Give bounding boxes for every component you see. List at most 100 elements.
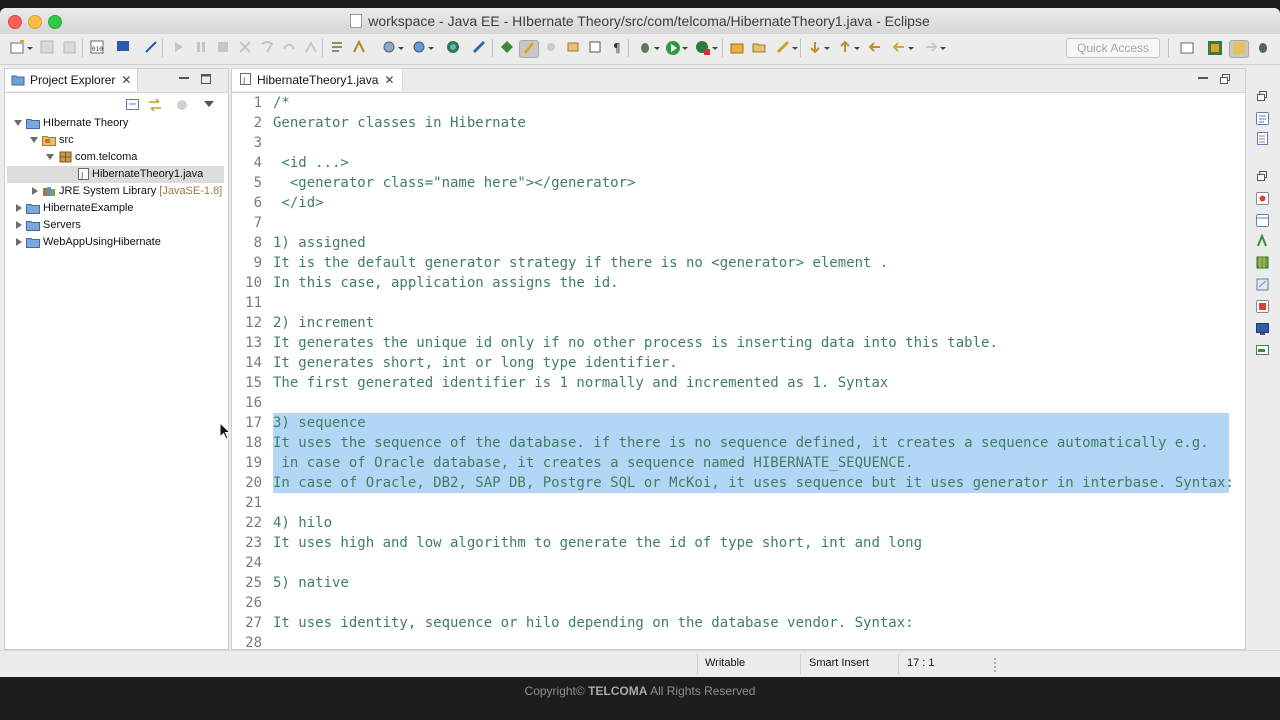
save-all-icon[interactable] xyxy=(60,40,78,56)
code-line[interactable]: 7 xyxy=(232,213,1245,233)
link-with-editor-icon[interactable] xyxy=(147,98,163,112)
tree-item[interactable]: WebAppUsingHibernate xyxy=(5,234,226,251)
close-icon[interactable]: ✕ xyxy=(384,69,394,92)
code-line[interactable]: 16 xyxy=(232,393,1245,413)
code-line-selected[interactable]: 17 3) sequence xyxy=(232,413,1245,433)
code-line[interactable]: 25 5) native xyxy=(232,573,1245,593)
forward-icon[interactable] xyxy=(922,40,946,56)
java-perspective-icon[interactable] xyxy=(1229,40,1249,58)
tree-item-selected[interactable]: J HibernateTheory1.java xyxy=(7,166,224,183)
tab-hibernatetheory1-java[interactable]: J HibernateTheory1.java ✕ xyxy=(232,69,404,92)
code-line[interactable]: 26 xyxy=(232,593,1245,613)
code-line[interactable]: 11 xyxy=(232,293,1245,313)
code-line[interactable]: 8 1) assigned xyxy=(232,233,1245,253)
collapse-all-icon[interactable] xyxy=(126,99,140,111)
code-line-selected[interactable]: 19 in case of Oracle database, it create… xyxy=(232,453,1245,473)
code-line[interactable]: 24 xyxy=(232,553,1245,573)
tree-item[interactable]: HIbernate Theory xyxy=(5,115,226,132)
code-line[interactable]: 10 In this case, application assigns the … xyxy=(232,273,1245,293)
toggle-mark-occurrences-icon[interactable] xyxy=(519,40,539,58)
code-line[interactable]: 22 4) hilo xyxy=(232,513,1245,533)
code-line[interactable]: 28 xyxy=(232,633,1245,649)
open-perspective-icon[interactable] xyxy=(1178,40,1196,56)
code-line[interactable]: 3 xyxy=(232,133,1245,153)
run-server-icon[interactable] xyxy=(694,40,718,56)
code-line[interactable]: 14 It generates short, int or long type i… xyxy=(232,353,1245,373)
code-line[interactable]: 1 /* xyxy=(232,93,1245,113)
expand-toggle-icon[interactable] xyxy=(16,238,22,246)
server-icon[interactable] xyxy=(350,39,368,56)
run-ant-icon[interactable] xyxy=(470,40,488,56)
debug-icon[interactable] xyxy=(636,40,660,56)
minimize-editor-icon[interactable] xyxy=(1198,74,1209,84)
show-whitespace-icon[interactable]: ¶ xyxy=(608,40,626,56)
code-line[interactable]: 21 xyxy=(232,493,1245,513)
code-line-selected[interactable]: 18 It uses the sequence of the database. … xyxy=(232,433,1245,453)
step-return-icon[interactable] xyxy=(302,40,320,56)
binary-icon[interactable]: 010 xyxy=(88,40,106,56)
tree-item[interactable]: Servers xyxy=(5,217,226,234)
maximize-view-icon[interactable] xyxy=(201,74,212,84)
new-package-icon[interactable] xyxy=(728,40,746,56)
previous-annotation-icon[interactable] xyxy=(836,40,860,56)
code-line[interactable]: 6 </id> xyxy=(232,193,1245,213)
tree-item[interactable]: com.telcoma xyxy=(5,149,226,166)
run-icon[interactable] xyxy=(664,40,688,56)
tree-item[interactable]: HibernateExample xyxy=(5,200,226,217)
suspend-icon[interactable] xyxy=(192,40,210,56)
new-icon[interactable] xyxy=(9,39,33,56)
minimize-view-icon[interactable] xyxy=(179,74,190,84)
progress-icon[interactable] xyxy=(1256,344,1269,357)
pin-icon[interactable] xyxy=(542,40,560,56)
snippets-icon[interactable] xyxy=(1256,278,1269,291)
data-source-explorer-icon[interactable] xyxy=(1256,256,1269,269)
pen-icon[interactable] xyxy=(774,40,798,56)
new-server-icon[interactable] xyxy=(380,40,404,56)
step-into-icon[interactable] xyxy=(258,40,276,56)
status-bar-drag-handle-icon[interactable] xyxy=(993,656,997,674)
expand-toggle-icon[interactable] xyxy=(32,187,38,195)
save-icon[interactable] xyxy=(38,40,56,56)
restore-icon[interactable] xyxy=(1256,90,1269,103)
code-line[interactable]: 12 2) increment xyxy=(232,313,1245,333)
properties-icon[interactable] xyxy=(1256,214,1269,227)
code-line[interactable]: 23 It uses high and low algorithm to gene… xyxy=(232,533,1245,553)
quick-access-input[interactable]: Quick Access xyxy=(1066,38,1160,58)
code-line[interactable]: 5 <generator class="name here"></generat… xyxy=(232,173,1245,193)
next-annotation-icon[interactable] xyxy=(806,40,830,56)
expand-toggle-icon[interactable] xyxy=(16,204,22,212)
java-ee-perspective-icon[interactable] xyxy=(1206,40,1224,56)
code-area[interactable]: 1 /* 2 Generator classes in Hibernate 3 4 <id… xyxy=(232,93,1245,649)
last-edit-location-icon[interactable] xyxy=(866,40,884,56)
code-line[interactable]: 2 Generator classes in Hibernate xyxy=(232,113,1245,133)
expand-toggle-icon[interactable] xyxy=(14,120,22,126)
tree-item[interactable]: JRE System Library [JavaSE-1.8] xyxy=(5,183,226,200)
focus-icon[interactable] xyxy=(175,99,189,111)
open-type-icon[interactable] xyxy=(498,40,516,56)
expand-toggle-icon[interactable] xyxy=(30,137,38,143)
tab-project-explorer[interactable]: Project Explorer ✕ xyxy=(5,69,139,92)
open-folder-icon[interactable] xyxy=(750,40,768,56)
outline-icon[interactable] xyxy=(1256,132,1269,145)
terminate-icon[interactable] xyxy=(214,40,232,56)
code-line[interactable]: 4 <id ...> xyxy=(232,153,1245,173)
restore-editor-icon[interactable] xyxy=(1220,74,1231,84)
task-list-icon[interactable] xyxy=(328,40,346,56)
code-line[interactable]: 13 It generates the unique id only if no … xyxy=(232,333,1245,353)
code-line[interactable]: 27 It uses identity, sequence or hilo dep… xyxy=(232,613,1245,633)
annotation-icon[interactable] xyxy=(564,40,582,56)
task-list-icon[interactable] xyxy=(1256,112,1269,125)
expand-toggle-icon[interactable] xyxy=(46,154,54,160)
markers-icon[interactable] xyxy=(1256,192,1269,205)
skip-breakpoints-icon[interactable] xyxy=(142,40,160,56)
back-icon[interactable] xyxy=(890,40,914,56)
servers-icon[interactable] xyxy=(1256,234,1269,247)
resume-icon[interactable] xyxy=(170,40,188,56)
console-icon[interactable] xyxy=(1256,322,1269,335)
code-line[interactable]: 15 The first generated identifier is 1 no… xyxy=(232,373,1245,393)
problems-icon[interactable] xyxy=(1256,300,1269,313)
code-line[interactable]: 9 It is the default generator strategy if… xyxy=(232,253,1245,273)
globe-icon[interactable] xyxy=(444,40,462,56)
code-line-selected[interactable]: 20 In case of Oracle, DB2, SAP DB, Postgr… xyxy=(232,473,1245,493)
close-icon[interactable]: ✕ xyxy=(121,69,131,92)
